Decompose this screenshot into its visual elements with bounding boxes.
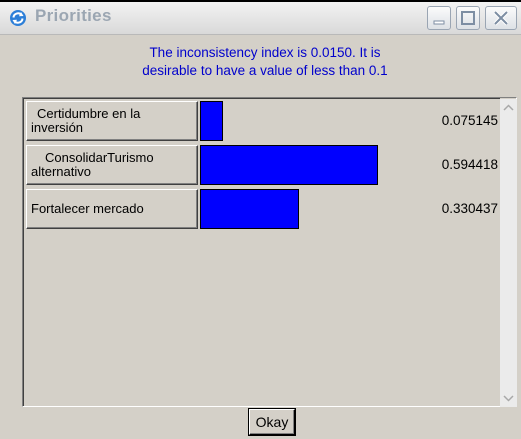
inconsistency-message: The inconsistency index is 0.0150. It is…: [20, 34, 510, 96]
priorities-list-panel: Certidumbre en la inversión 0.075145 Con…: [22, 97, 517, 407]
refresh-arrows-icon: [10, 10, 26, 26]
list-item: Fortalecer mercado 0.330437: [24, 187, 500, 231]
priority-label-button[interactable]: Fortalecer mercado: [26, 189, 198, 229]
vertical-scrollbar[interactable]: [500, 99, 517, 407]
title-bar[interactable]: Priorities: [0, 2, 521, 35]
priority-label-line: alternativo: [31, 164, 91, 179]
scroll-up-button[interactable]: [500, 99, 517, 116]
priority-label-line: inversión: [31, 120, 84, 135]
priorities-window: Priorities The inconsistency index is 0.…: [0, 2, 521, 439]
priority-label-line: Certidumbre en la: [37, 106, 141, 121]
scroll-down-button[interactable]: [500, 390, 517, 407]
priority-bar: [200, 145, 378, 185]
window-title: Priorities: [35, 6, 112, 25]
priority-bar: [200, 189, 299, 229]
minimize-icon: [433, 20, 445, 25]
message-line-1: The inconsistency index is 0.0150. It is: [149, 45, 381, 60]
priority-label-line: Fortalecer mercado: [31, 201, 144, 216]
priority-label-button[interactable]: Certidumbre en la inversión: [26, 101, 198, 141]
list-item: ConsolidarTurismo alternativo 0.594418: [24, 143, 500, 187]
priority-label-line: ConsolidarTurismo: [45, 150, 154, 165]
priority-value: 0.330437: [441, 201, 498, 216]
priority-label-button[interactable]: ConsolidarTurismo alternativo: [26, 145, 198, 185]
maximize-button[interactable]: [456, 6, 480, 30]
priority-value: 0.594418: [441, 157, 498, 172]
chevron-down-icon: [503, 395, 514, 402]
priority-bar: [200, 101, 223, 141]
maximize-icon: [461, 11, 475, 25]
message-line-2: desirable to have a value of less than 0…: [142, 63, 388, 78]
priority-value: 0.075145: [441, 113, 498, 128]
minimize-button[interactable]: [427, 6, 451, 30]
close-icon: [493, 10, 509, 26]
chevron-up-icon: [503, 104, 514, 111]
okay-button[interactable]: Okay: [249, 409, 295, 435]
priorities-list: Certidumbre en la inversión 0.075145 Con…: [23, 98, 517, 407]
close-button[interactable]: [485, 6, 517, 30]
list-item: Certidumbre en la inversión 0.075145: [24, 99, 500, 143]
